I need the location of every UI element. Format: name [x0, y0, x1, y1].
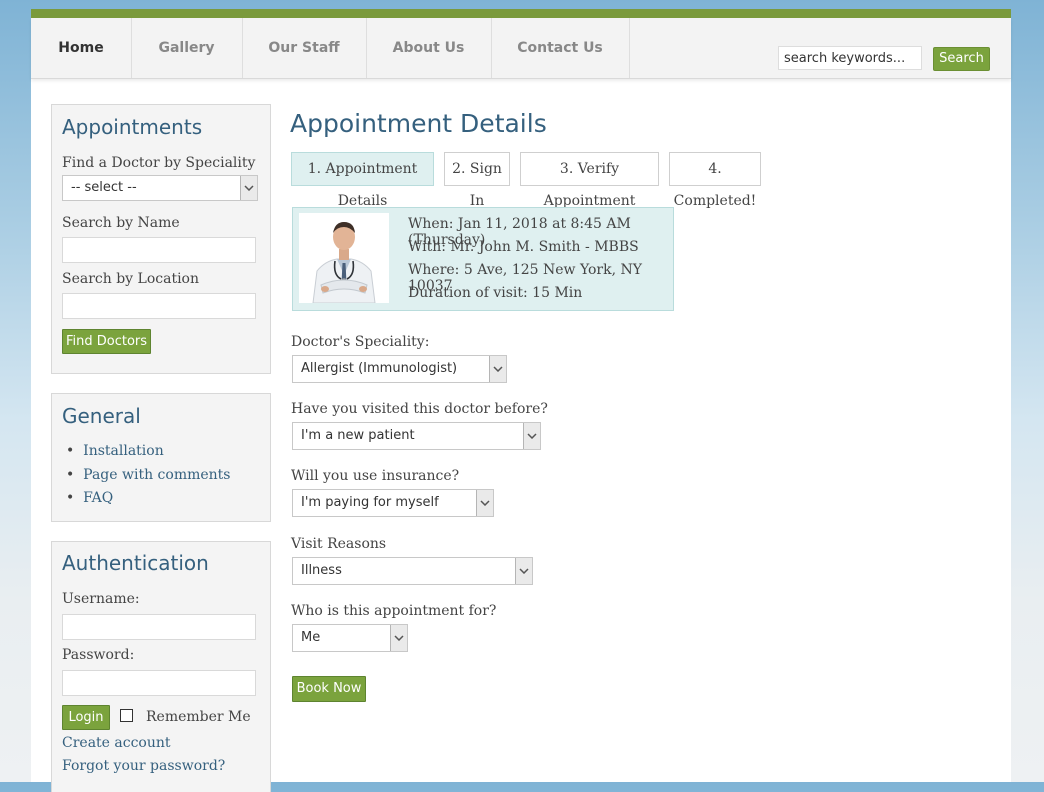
chevron-down-icon [476, 490, 493, 516]
general-link-item: • Page with comments [66, 467, 231, 483]
page-title: Appointment Details [290, 109, 547, 138]
appointment-for-label: Who is this appointment for? [291, 603, 497, 619]
authentication-title: Authentication [62, 551, 209, 575]
name-input[interactable] [62, 237, 256, 263]
visit-reasons-value: Illness [301, 563, 342, 578]
appointments-panel: Appointments Find a Doctor by Speciality… [51, 104, 271, 374]
chevron-down-icon [515, 558, 532, 584]
nav-home[interactable]: Home [31, 18, 132, 78]
appointment-for-value: Me [301, 630, 321, 645]
authentication-panel: Authentication Username: Password: Login… [51, 541, 271, 792]
chevron-down-icon [489, 356, 506, 382]
chevron-down-icon [240, 176, 257, 200]
password-input[interactable] [62, 670, 256, 696]
insurance-label: Will you use insurance? [291, 468, 460, 484]
visited-before-value: I'm a new patient [301, 428, 415, 443]
book-now-button[interactable]: Book Now [292, 676, 366, 702]
speciality-label: Find a Doctor by Speciality [62, 155, 256, 171]
visited-before-select[interactable]: I'm a new patient [292, 422, 541, 450]
login-button[interactable]: Login [62, 705, 110, 730]
username-label: Username: [62, 591, 140, 607]
step-appointment-details[interactable]: 1. Appointment Details [291, 152, 434, 209]
create-account-link[interactable]: Create account [62, 735, 171, 751]
search-input[interactable]: search keywords... [778, 46, 922, 70]
doctor-speciality-select[interactable]: Allergist (Immunologist) [292, 355, 507, 383]
username-input[interactable] [62, 614, 256, 640]
password-label: Password: [62, 647, 135, 663]
nav-our-staff[interactable]: Our Staff [242, 18, 367, 78]
page-frame: Home Gallery Our Staff About Us Contact … [31, 9, 1011, 792]
appointment-with: With: Mr. John M. Smith - MBBS [408, 239, 639, 255]
search-button[interactable]: Search [933, 47, 990, 71]
step-completed[interactable]: 4. Completed! [669, 152, 761, 209]
general-link-item: • Installation [66, 443, 164, 459]
remember-me-label: Remember Me [146, 709, 251, 725]
page-with-comments-link[interactable]: Page with comments [83, 467, 230, 483]
general-title: General [62, 404, 141, 428]
appointment-duration: Duration of visit: 15 Min [408, 285, 583, 301]
bullet-icon: • [66, 443, 75, 459]
bullet-icon: • [66, 467, 75, 483]
name-label: Search by Name [62, 215, 180, 231]
forgot-password-link[interactable]: Forgot your password? [62, 758, 225, 774]
appointments-title: Appointments [62, 115, 203, 139]
visit-reasons-select[interactable]: Illness [292, 557, 533, 585]
speciality-select[interactable]: -- select -- [62, 175, 258, 201]
visited-before-label: Have you visited this doctor before? [291, 401, 548, 417]
nav-about-us[interactable]: About Us [366, 18, 492, 78]
appointment-for-select[interactable]: Me [292, 624, 408, 652]
general-link-item: • FAQ [66, 490, 113, 506]
main-nav: Home Gallery Our Staff About Us Contact … [31, 18, 1011, 79]
appointment-info-card: When: Jan 11, 2018 at 8:45 AM (Thursday)… [292, 207, 674, 311]
chevron-down-icon [523, 423, 540, 449]
step-verify-appointment[interactable]: 3. Verify Appointment [520, 152, 659, 209]
insurance-select[interactable]: I'm paying for myself [292, 489, 494, 517]
general-panel: General • Installation • Page with comme… [51, 393, 271, 522]
find-doctors-button[interactable]: Find Doctors [62, 329, 151, 354]
speciality-select-value: -- select -- [71, 180, 137, 195]
nav-gallery[interactable]: Gallery [131, 18, 243, 78]
step-sign-in[interactable]: 2. Sign In [444, 152, 510, 209]
location-input[interactable] [62, 293, 256, 319]
doctor-photo [299, 213, 389, 304]
location-label: Search by Location [62, 271, 200, 287]
faq-link[interactable]: FAQ [83, 490, 113, 506]
nav-contact-us[interactable]: Contact Us [491, 18, 630, 78]
remember-me-checkbox[interactable] [120, 709, 133, 722]
installation-link[interactable]: Installation [83, 443, 164, 459]
top-accent-bar [31, 9, 1011, 18]
insurance-value: I'm paying for myself [301, 495, 439, 510]
visit-reasons-label: Visit Reasons [291, 536, 387, 552]
doctor-speciality-value: Allergist (Immunologist) [301, 361, 458, 376]
chevron-down-icon [390, 625, 407, 651]
bullet-icon: • [66, 490, 75, 506]
doctor-speciality-label: Doctor's Speciality: [291, 334, 430, 350]
